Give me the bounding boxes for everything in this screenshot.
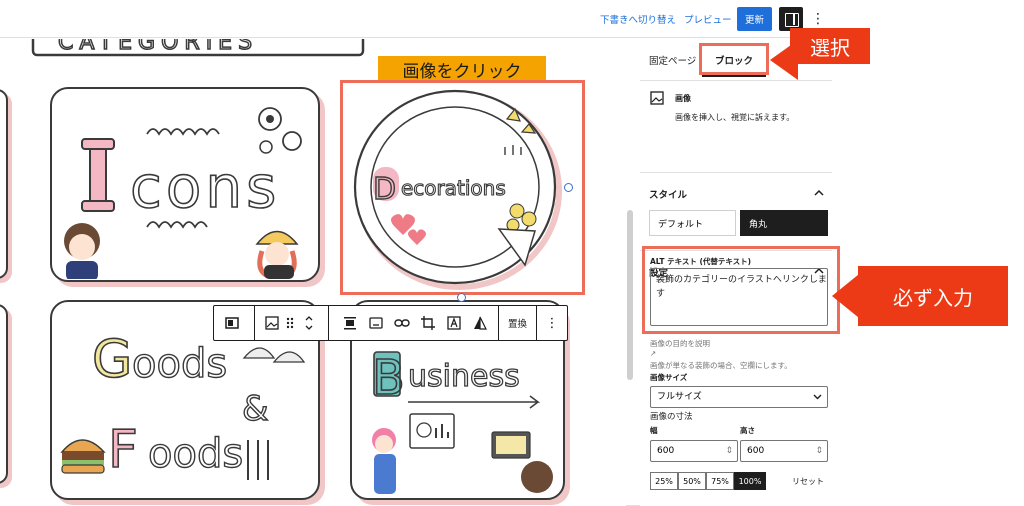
block-toolbar: 置換 ⋮ [213, 305, 568, 341]
duotone-icon[interactable] [470, 313, 490, 333]
width-label: 幅 [650, 426, 658, 435]
block-parent-icon[interactable] [222, 313, 242, 333]
style-default-option[interactable]: デフォルト [649, 210, 736, 236]
more-options-icon[interactable]: ⋮ [542, 313, 562, 333]
block-name: 画像 [675, 94, 691, 103]
height-stepper-icon[interactable]: ⇕ [815, 441, 823, 461]
percent-25-button[interactable]: 25% [650, 472, 678, 490]
alt-help-link[interactable]: 画像の目的を説明 [650, 338, 710, 349]
external-link-icon: ↗ [650, 349, 657, 358]
editor-topbar: 下書きへ切り替え プレビュー 更新 ⋮ [0, 0, 832, 38]
chevron-up-icon[interactable] [814, 188, 824, 198]
svg-text:usiness: usiness [408, 359, 520, 394]
align-icon[interactable] [340, 313, 360, 333]
image-size-value: フルサイズ [657, 392, 702, 402]
image-dimensions-label: 画像の寸法 [650, 412, 693, 422]
link-icon[interactable] [392, 313, 412, 333]
style-panel: スタイル デフォルト 角丸 [640, 173, 832, 251]
active-tab-indicator [702, 75, 766, 77]
svg-text:cons: cons [130, 153, 280, 221]
icons-illustration: cons [64, 107, 302, 281]
categories-heading-image: CATEGORIES [31, 39, 365, 57]
move-up-down-icon[interactable] [302, 313, 316, 333]
caption-icon[interactable] [366, 313, 386, 333]
style-panel-title[interactable]: スタイル [649, 187, 687, 201]
svg-text:F: F [108, 420, 138, 480]
height-value: 600 [747, 446, 765, 456]
resize-handle-right[interactable] [564, 183, 573, 192]
height-label: 高さ [740, 426, 755, 435]
select-callout: 選択 [790, 28, 870, 64]
percent-75-button[interactable]: 75% [706, 472, 734, 490]
screenshot-root: 下書きへ切り替え プレビュー 更新 ⋮ CATEGORIES cons D ec… [0, 0, 1024, 506]
svg-text:oods: oods [132, 341, 227, 387]
toolbar-separator [536, 306, 537, 340]
block-card: 画像 画像を挿入し、視覚に訴えます。 [640, 81, 832, 173]
must-input-callout: 必ず入力 [858, 266, 1008, 326]
percent-100-button[interactable]: 100% [734, 472, 766, 490]
height-input[interactable]: 600 ⇕ [740, 440, 828, 462]
sneakers-illustration [242, 347, 306, 363]
style-rounded-option[interactable]: 角丸 [740, 210, 828, 236]
block-description: 画像を挿入し、視覚に訴えます。 [675, 113, 795, 122]
update-button[interactable]: 更新 [737, 7, 772, 31]
alt-text-highlight [642, 246, 840, 334]
image-size-select[interactable]: フルサイズ [650, 386, 828, 408]
tab-page[interactable]: 固定ページ [649, 53, 696, 67]
width-stepper-icon[interactable]: ⇕ [725, 441, 733, 461]
drag-handle-icon[interactable] [284, 313, 296, 333]
svg-text:&: & [242, 389, 269, 429]
preview-link[interactable]: プレビュー [684, 12, 732, 26]
toolbar-separator [498, 306, 499, 340]
editor-window: 下書きへ切り替え プレビュー 更新 ⋮ CATEGORIES cons D ec… [0, 0, 840, 506]
crop-icon[interactable] [418, 313, 438, 333]
click-image-callout: 画像をクリック [378, 56, 546, 82]
toolbar-separator [254, 306, 255, 340]
switch-to-draft-link[interactable]: 下書きへ切り替え [600, 12, 676, 26]
percent-50-button[interactable]: 50% [678, 472, 706, 490]
image-block-icon [650, 91, 664, 105]
chevron-down-icon [813, 394, 822, 400]
partial-card-left [0, 89, 8, 279]
image-size-label: 画像サイズ [650, 373, 688, 382]
alt-help-text: 画像が単なる装飾の場合、空欄にします。 [650, 361, 792, 370]
partial-card-left-2 [0, 304, 8, 484]
width-value: 600 [657, 446, 675, 456]
image-block-icon[interactable] [262, 313, 282, 333]
text-overlay-icon[interactable] [444, 313, 464, 333]
toolbar-separator [328, 306, 329, 340]
width-input[interactable]: 600 ⇕ [650, 440, 738, 462]
reset-button[interactable]: リセット [792, 476, 824, 487]
svg-text:CATEGORIES: CATEGORIES [58, 39, 258, 55]
tab-block-highlight [699, 43, 769, 75]
icons-card[interactable]: cons [50, 87, 320, 282]
resize-handle-bottom[interactable] [457, 293, 466, 302]
canvas-scrollbar[interactable] [627, 210, 633, 380]
svg-text:B: B [372, 350, 405, 406]
options-menu-icon[interactable]: ⋮ [810, 8, 826, 30]
selected-image-highlight [340, 80, 585, 295]
replace-button[interactable]: 置換 [508, 316, 527, 330]
svg-text:G: G [92, 330, 132, 390]
svg-text:oods: oods [148, 431, 243, 477]
